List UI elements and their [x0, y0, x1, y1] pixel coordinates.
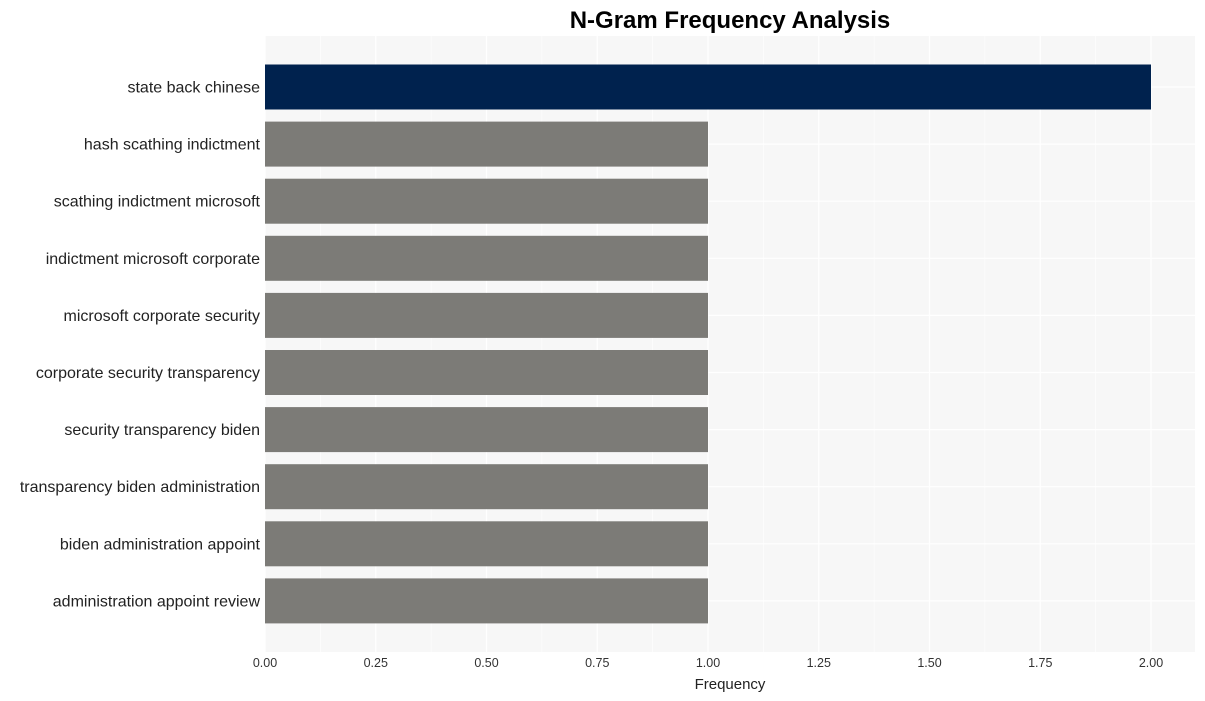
x-tick-label: 0.75	[585, 656, 609, 670]
bar-indictment-microsoft-corporate	[265, 235, 708, 281]
x-tick-label: 2.00	[1139, 656, 1163, 670]
y-tick-label: scathing indictment microsoft	[54, 194, 261, 211]
bar-security-transparency-biden	[265, 407, 708, 453]
y-tick-label: state back chinese	[127, 80, 260, 97]
y-tick-label: security transparency biden	[64, 422, 260, 439]
y-tick-label: hash scathing indictment	[84, 137, 261, 154]
bar-hash-scathing-indictment	[265, 121, 708, 167]
y-tick-label: indictment microsoft corporate	[46, 251, 260, 268]
y-tick-label: microsoft corporate security	[63, 308, 260, 325]
bar-administration-appoint-review	[265, 578, 708, 624]
x-tick-label: 1.50	[917, 656, 941, 670]
chart-title: N-Gram Frequency Analysis	[570, 7, 891, 34]
x-tick-label: 0.25	[364, 656, 388, 670]
x-axis-ticks: 0.00 0.25 0.50 0.75 1.00 1.25 1.50 1.75 2.00	[253, 656, 1163, 670]
bar-scathing-indictment-microsoft	[265, 178, 708, 224]
x-tick-label: 1.25	[807, 656, 831, 670]
bar-transparency-biden-administration	[265, 464, 708, 510]
x-axis-label: Frequency	[695, 676, 766, 693]
y-tick-label: corporate security transparency	[36, 365, 260, 382]
bar-microsoft-corporate-security	[265, 292, 708, 338]
y-tick-label: transparency biden administration	[20, 479, 260, 496]
ngram-bar-chart: N-Gram Frequency Analysis state back chi…	[20, 7, 1195, 693]
x-tick-label: 0.00	[253, 656, 277, 670]
bar-biden-administration-appoint	[265, 521, 708, 567]
y-tick-label: administration appoint review	[53, 593, 261, 610]
y-tick-label: biden administration appoint	[60, 536, 261, 553]
x-tick-label: 1.75	[1028, 656, 1052, 670]
bar-corporate-security-transparency	[265, 350, 708, 395]
x-tick-label: 1.00	[696, 656, 720, 670]
y-axis-labels: state back chinese hash scathing indictme…	[20, 80, 261, 611]
bar-state-back-chinese	[265, 64, 1151, 110]
x-tick-label: 0.50	[474, 656, 498, 670]
